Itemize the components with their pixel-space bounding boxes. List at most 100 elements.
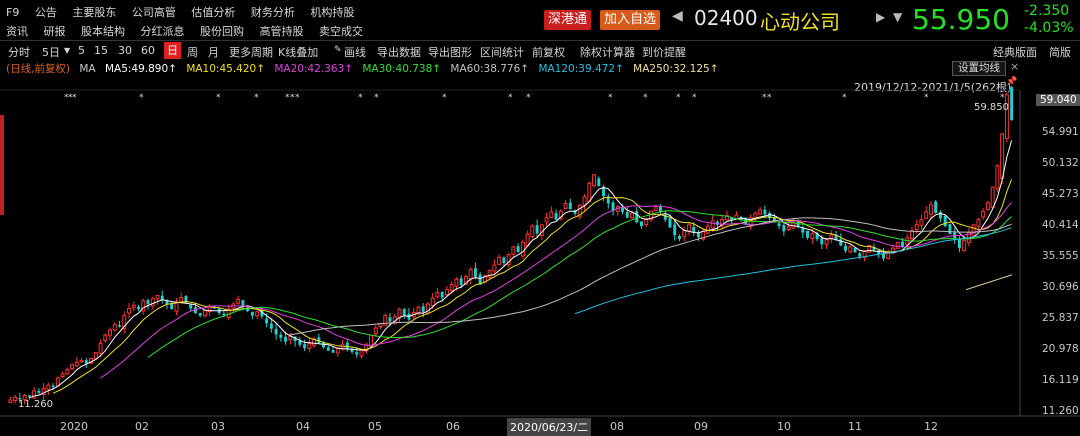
candle[interactable] — [155, 295, 160, 300]
candle[interactable] — [901, 241, 904, 247]
candle[interactable] — [373, 327, 378, 335]
candle[interactable] — [65, 369, 70, 375]
candle[interactable] — [544, 217, 549, 223]
candle[interactable] — [359, 349, 364, 357]
candle[interactable] — [554, 213, 558, 220]
candle[interactable] — [597, 178, 601, 186]
candle[interactable] — [288, 335, 293, 341]
candle[interactable] — [621, 207, 624, 212]
candle[interactable] — [824, 239, 829, 245]
candle[interactable] — [673, 224, 677, 236]
candle[interactable] — [924, 211, 929, 219]
candle[interactable] — [236, 298, 241, 304]
candle[interactable] — [886, 252, 891, 260]
candle[interactable] — [84, 360, 88, 364]
event-marker-icon[interactable]: * — [676, 93, 681, 103]
candle[interactable] — [179, 296, 184, 302]
event-marker-icon[interactable]: * — [924, 93, 929, 103]
candle[interactable] — [70, 364, 75, 370]
event-marker-icon[interactable]: * — [295, 93, 300, 103]
candle[interactable] — [1010, 87, 1014, 121]
candle[interactable] — [127, 308, 131, 314]
candle[interactable] — [511, 246, 516, 255]
candle[interactable] — [844, 245, 848, 251]
candle[interactable] — [150, 298, 155, 307]
candle[interactable] — [910, 230, 914, 240]
candle[interactable] — [265, 318, 269, 324]
candle[interactable] — [492, 264, 497, 272]
candle[interactable] — [710, 220, 715, 229]
candle[interactable] — [682, 230, 687, 237]
candle[interactable] — [118, 325, 121, 327]
event-marker-icon[interactable]: * — [526, 93, 531, 103]
candle[interactable] — [990, 186, 995, 208]
candle[interactable] — [459, 278, 463, 286]
candle[interactable] — [806, 230, 810, 238]
candle[interactable] — [269, 323, 273, 329]
candle[interactable] — [421, 306, 425, 312]
candle[interactable] — [46, 384, 51, 390]
candle[interactable] — [938, 211, 942, 219]
candle[interactable] — [592, 174, 597, 187]
candle[interactable] — [948, 224, 952, 234]
candle[interactable] — [355, 352, 359, 355]
candle[interactable] — [79, 359, 84, 363]
candle[interactable] — [1000, 133, 1005, 179]
candle[interactable] — [848, 246, 853, 253]
candle[interactable] — [369, 334, 373, 347]
candle[interactable] — [985, 202, 990, 210]
candle[interactable] — [943, 215, 947, 227]
event-marker-icon[interactable]: * — [72, 93, 77, 103]
candle[interactable] — [222, 313, 226, 316]
candle[interactable] — [520, 241, 525, 257]
candle[interactable] — [895, 241, 900, 249]
event-marker-icon[interactable]: * — [216, 93, 221, 103]
candle[interactable] — [705, 225, 710, 234]
candle[interactable] — [858, 253, 862, 257]
candle[interactable] — [202, 309, 207, 317]
candle[interactable] — [563, 202, 568, 209]
candle[interactable] — [487, 269, 492, 278]
candle[interactable] — [677, 236, 681, 240]
candle[interactable] — [976, 219, 981, 227]
candle[interactable] — [962, 239, 967, 252]
candle[interactable] — [473, 268, 477, 277]
candle[interactable] — [587, 182, 592, 202]
candle[interactable] — [37, 390, 41, 393]
candle[interactable] — [905, 237, 910, 246]
candle[interactable] — [279, 334, 283, 338]
candle[interactable] — [758, 209, 763, 215]
candle[interactable] — [74, 361, 79, 367]
event-marker-icon[interactable]: * — [374, 93, 379, 103]
candle[interactable] — [763, 209, 767, 215]
candle[interactable] — [449, 284, 454, 291]
candle[interactable] — [13, 396, 18, 402]
candle[interactable] — [284, 336, 288, 342]
candle[interactable] — [782, 225, 786, 232]
candle[interactable] — [919, 219, 924, 226]
candle[interactable] — [853, 247, 857, 253]
candle[interactable] — [630, 212, 634, 219]
event-marker-icon[interactable]: * — [767, 93, 772, 103]
candle[interactable] — [103, 334, 108, 341]
candle[interactable] — [810, 233, 815, 239]
candle[interactable] — [444, 289, 449, 296]
candle[interactable] — [331, 349, 335, 353]
candle[interactable] — [108, 329, 112, 336]
candle[interactable] — [98, 343, 103, 354]
candle[interactable] — [653, 206, 658, 211]
event-marker-icon[interactable]: * — [139, 93, 144, 103]
candle[interactable] — [298, 340, 302, 345]
candle[interactable] — [914, 224, 919, 230]
candle[interactable] — [241, 300, 245, 306]
candle[interactable] — [882, 253, 885, 259]
candle[interactable] — [112, 324, 117, 331]
candle[interactable] — [440, 291, 444, 298]
event-marker-icon[interactable]: * — [643, 93, 648, 103]
candle[interactable] — [839, 239, 843, 246]
candle[interactable] — [516, 246, 520, 253]
candle[interactable] — [198, 313, 202, 316]
event-marker-icon[interactable]: * — [442, 93, 447, 103]
candle[interactable] — [55, 377, 60, 387]
candlestick-chart[interactable]: * * * * * * * * * * * * * * * * * * * * * * * — [0, 0, 1080, 436]
